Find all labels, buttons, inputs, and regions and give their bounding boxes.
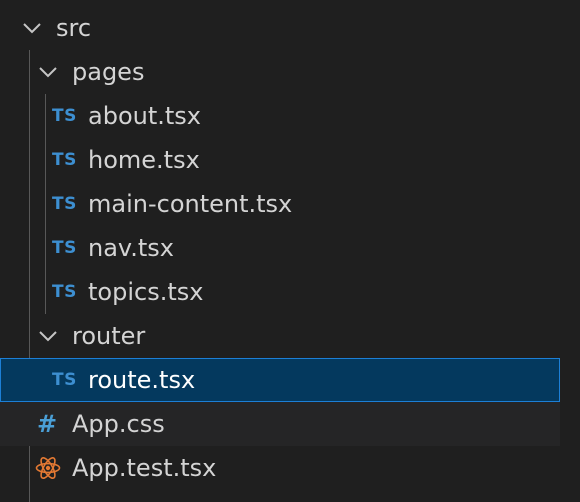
chevron-down-icon — [38, 314, 60, 358]
typescript-icon: TS — [52, 238, 77, 258]
typescript-icon: TS — [52, 282, 77, 302]
file-label: route.tsx — [88, 366, 196, 394]
chevron-down-icon — [38, 50, 60, 94]
typescript-icon: TS — [52, 106, 77, 126]
typescript-icon: TS — [52, 370, 77, 390]
chevron-down-icon — [22, 6, 44, 50]
file-row-main-content[interactable]: TS main-content.tsx — [0, 182, 560, 226]
folder-pages[interactable]: pages — [0, 50, 560, 94]
folder-label: pages — [72, 58, 145, 86]
file-row-about[interactable]: TS about.tsx — [0, 94, 560, 138]
folder-src[interactable]: src — [0, 6, 560, 50]
file-row-home[interactable]: TS home.tsx — [0, 138, 560, 182]
css-hash-icon: # — [37, 410, 58, 438]
folder-label: router — [72, 322, 146, 350]
file-row-nav[interactable]: TS nav.tsx — [0, 226, 560, 270]
file-row-app-css[interactable]: # App.css — [0, 402, 560, 446]
file-label: App.css — [72, 410, 165, 438]
typescript-icon: TS — [52, 150, 77, 170]
folder-label: src — [56, 14, 92, 42]
folder-router[interactable]: router — [0, 314, 560, 358]
file-label: topics.tsx — [88, 278, 204, 306]
file-row-topics[interactable]: TS topics.tsx — [0, 270, 560, 314]
file-label: main-content.tsx — [88, 190, 293, 218]
file-label: nav.tsx — [88, 234, 175, 262]
file-label: App.test.tsx — [72, 454, 217, 482]
file-label: about.tsx — [88, 102, 201, 130]
file-label: home.tsx — [88, 146, 200, 174]
file-row-app-test[interactable]: App.test.tsx — [0, 446, 560, 490]
react-icon — [35, 456, 61, 480]
file-explorer-tree: src pages TS about.tsx TS home.tsx TS ma… — [0, 0, 580, 502]
typescript-icon: TS — [52, 194, 77, 214]
file-row-route[interactable]: TS route.tsx — [0, 358, 560, 402]
